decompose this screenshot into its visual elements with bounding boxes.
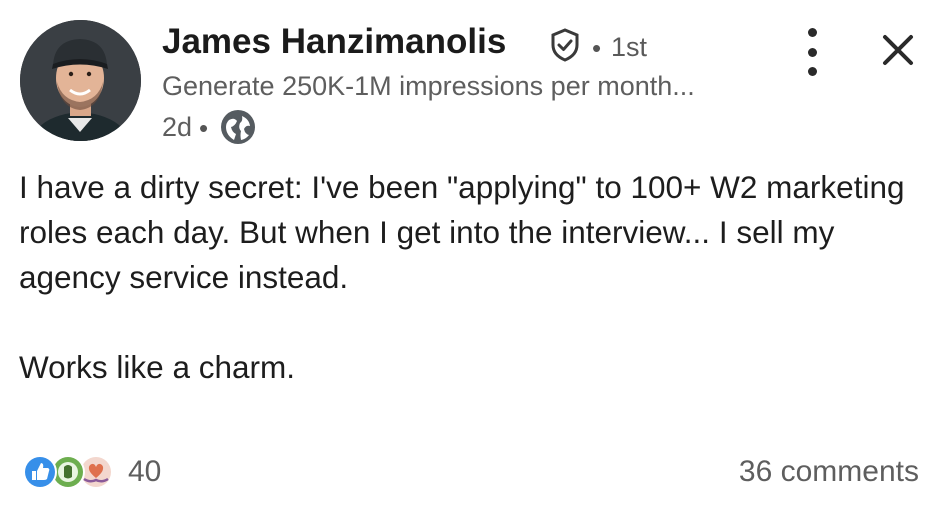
post-time: 2d xyxy=(162,112,193,142)
feed-post: James Hanzimanolis • 1st Generate 250K-1… xyxy=(0,0,939,522)
globe-icon xyxy=(221,110,255,144)
post-paragraph: I have a dirty secret: I've been "applyi… xyxy=(19,169,905,295)
verified-shield-icon xyxy=(551,28,579,62)
post-paragraph: Works like a charm. xyxy=(19,349,295,385)
author-headline[interactable]: Generate 250K-1M impressions per month..… xyxy=(162,71,695,102)
like-icon xyxy=(23,455,57,489)
comments-link[interactable]: 36 comments xyxy=(739,455,919,489)
reaction-icons[interactable] xyxy=(20,452,120,492)
close-icon[interactable] xyxy=(880,32,916,68)
author-name[interactable]: James Hanzimanolis xyxy=(162,22,506,62)
separator-dot: • xyxy=(592,33,602,63)
more-vertical-icon xyxy=(807,28,817,37)
author-avatar[interactable] xyxy=(20,20,141,141)
separator-dot: • xyxy=(199,113,209,143)
connection-degree: 1st xyxy=(611,32,648,62)
more-options-button[interactable] xyxy=(798,28,826,76)
post-text: I have a dirty secret: I've been "applyi… xyxy=(19,165,919,390)
reaction-count[interactable]: 40 xyxy=(128,455,161,489)
